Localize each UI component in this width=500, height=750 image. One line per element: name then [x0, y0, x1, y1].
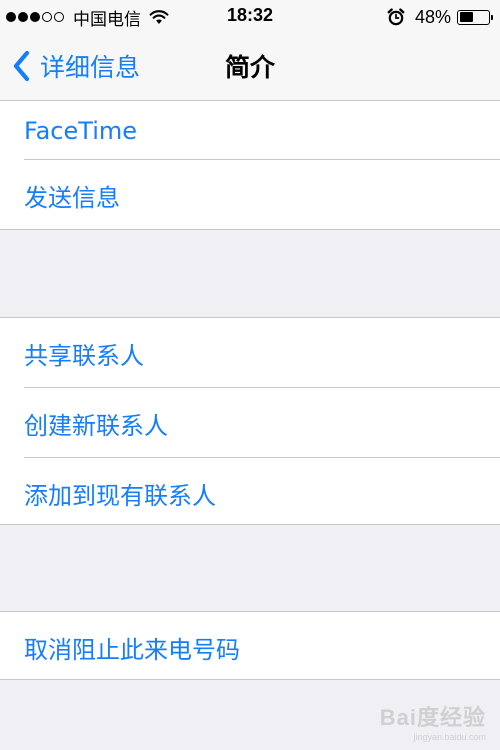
send-message-row[interactable]: 发送信息	[0, 160, 500, 230]
status-right: 48%	[387, 6, 493, 28]
battery-icon	[457, 9, 493, 25]
watermark-url: jingyan.baidu.com	[413, 732, 486, 742]
list-section: FaceTime 发送信息	[0, 101, 500, 230]
add-to-existing-contact-label: 添加到现有联系人	[24, 481, 216, 510]
battery-percent: 48%	[414, 6, 451, 27]
status-bar: 中国电信 18:32 48%	[0, 0, 500, 34]
add-to-existing-contact-row[interactable]: 添加到现有联系人	[0, 458, 500, 528]
share-contact-row[interactable]: 共享联系人	[0, 318, 500, 388]
watermark: Bai度经验 jingyan.baidu.com	[380, 700, 486, 742]
send-message-label: 发送信息	[24, 183, 120, 212]
battery-fill	[459, 12, 473, 22]
unblock-caller-row[interactable]: 取消阻止此来电号码	[0, 612, 500, 682]
list-section: 共享联系人 创建新联系人 添加到现有联系人	[0, 317, 500, 525]
share-contact-label: 共享联系人	[24, 341, 144, 370]
screen: 中国电信 18:32 48% 详细信息 简介 FaceTime 发送信息 共享联…	[0, 0, 500, 750]
facetime-row[interactable]: FaceTime	[0, 101, 500, 160]
battery-tip	[490, 14, 493, 20]
watermark-logo: Bai度经验	[379, 705, 486, 730]
page-title: 简介	[224, 53, 275, 82]
unblock-caller-label: 取消阻止此来电号码	[24, 635, 240, 664]
create-new-contact-row[interactable]: 创建新联系人	[0, 388, 500, 458]
list-section: 取消阻止此来电号码	[0, 611, 500, 680]
create-new-contact-label: 创建新联系人	[24, 411, 168, 440]
navigation-bar: 详细信息 简介	[0, 34, 500, 101]
alarm-clock-icon	[387, 8, 405, 26]
facetime-label: FaceTime	[24, 116, 138, 145]
